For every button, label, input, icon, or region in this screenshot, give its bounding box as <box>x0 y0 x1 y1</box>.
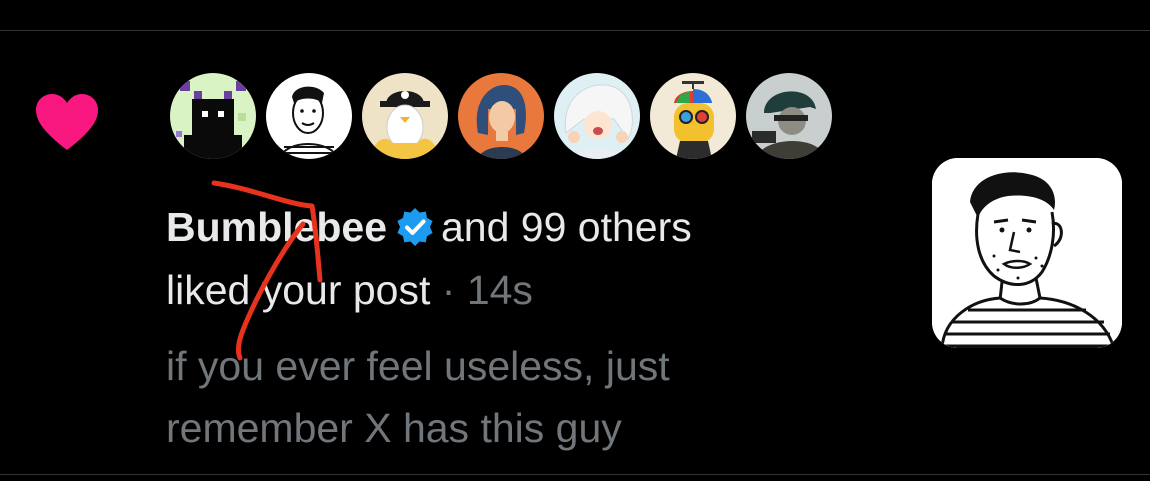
post-preview-text[interactable]: if you ever feel useless, just remember … <box>166 335 866 459</box>
sketch-man-avatar[interactable] <box>264 71 354 161</box>
user-name-link[interactable]: Bumblebee <box>166 204 387 250</box>
penguin-cap-avatar[interactable] <box>360 71 450 161</box>
sketch-man-thumbnail[interactable] <box>932 158 1122 348</box>
timestamp[interactable]: 14s <box>467 267 533 313</box>
divider-bottom <box>0 474 1150 475</box>
like-summary-line: Bumblebee and 99 others <box>166 203 692 251</box>
action-text: liked your post <box>166 267 431 313</box>
heart-icon <box>36 94 98 150</box>
action-line: liked your post · 14s <box>166 266 533 314</box>
verified-badge-icon <box>397 208 433 246</box>
post-preview-line: if you ever feel useless, just <box>166 343 670 389</box>
liker-avatars <box>168 71 834 163</box>
others-link[interactable]: and 99 others <box>441 204 692 250</box>
pixel-devil-avatar[interactable] <box>168 71 258 161</box>
like-notification[interactable]: Bumblebee and 99 others liked your post … <box>0 0 1150 451</box>
post-preview-line: remember X has this guy <box>166 405 622 451</box>
dark-hair-avatar[interactable] <box>744 71 834 161</box>
propeller-hat-duck-avatar[interactable] <box>648 71 738 161</box>
separator-dot: · <box>441 267 456 313</box>
white-hair-avatar[interactable] <box>552 71 642 161</box>
anime-girl-avatar[interactable] <box>456 71 546 161</box>
